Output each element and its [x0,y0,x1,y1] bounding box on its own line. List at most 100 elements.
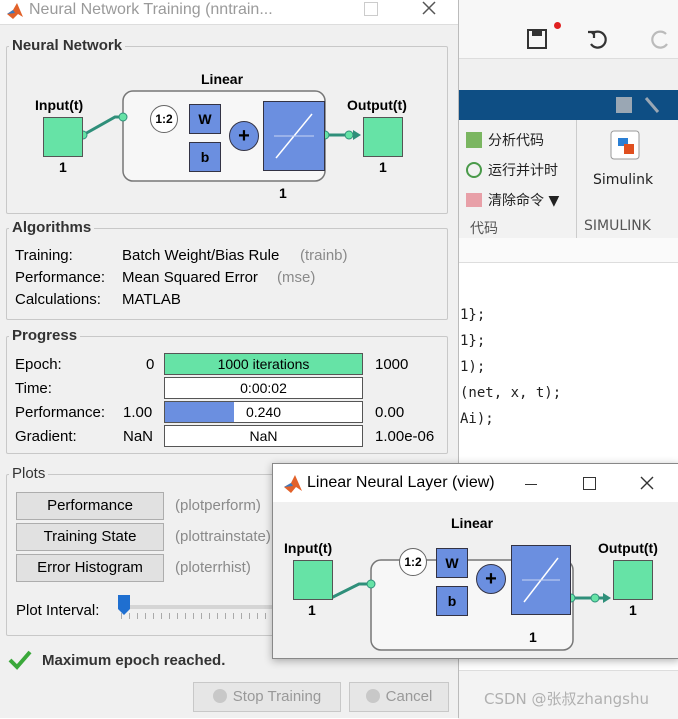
ribbon-tab-strip [458,90,678,120]
close-icon[interactable] [640,476,654,490]
plot-training-state-button[interactable]: Training State [16,523,164,551]
plot-function-label: (plottrainstate) [175,528,271,545]
code-line: 1); [460,359,486,375]
input-label: Input(t) [284,540,333,556]
performance-start: 1.00 [123,404,153,421]
cancel-button[interactable]: Cancel [349,682,449,712]
output-size: 1 [379,159,387,175]
linear-transfer-icon [511,545,571,615]
epoch-end: 1000 [375,356,409,373]
input-size: 1 [308,602,316,618]
performance-label: Performance: [15,404,106,421]
output-label: Output(t) [598,540,658,556]
input-size: 1 [59,159,67,175]
status-message: Maximum epoch reached. [42,652,226,669]
checkmark-icon [8,650,32,670]
plot-interval-slider[interactable] [118,595,130,615]
plot-function-label: (plotperform) [175,497,261,514]
quick-tools-icon[interactable] [610,94,666,116]
section-simulink-label: SIMULINK [584,218,651,234]
section-title: Progress [9,327,81,344]
undo-icon[interactable] [586,28,610,50]
performance-end: 0.00 [375,404,405,421]
code-line: (net, x, t); [460,385,562,401]
bias-block: b [436,586,468,616]
close-icon[interactable] [421,0,437,16]
gradient-bar-text: NaN [249,428,278,444]
stop-training-button[interactable]: Stop Training [193,682,341,712]
layer-title: Linear [451,515,494,531]
plot-performance-button[interactable]: Performance [16,492,164,520]
neural-network-panel: Neural Network Input(t) 1 Linear 1:2 W b… [6,37,448,214]
analyze-icon [466,132,482,148]
code-line: 1}; [460,333,486,349]
gradient-start: NaN [123,428,154,445]
layer-view-window: Linear Neural Layer (view) Input(t) 1 Li… [272,463,678,659]
time-bar-text: 0:00:02 [240,380,287,396]
algorithm-label: Training: [15,247,73,264]
weight-block: W [436,548,468,578]
save-icon[interactable] [526,28,548,50]
output-size: 1 [629,602,637,618]
watermark: CSDN @张叔zhangshu [484,690,649,708]
analyze-code-button[interactable]: 分析代码 [466,130,544,150]
plot-error-histogram-button[interactable]: Error Histogram [16,554,164,582]
maximize-icon[interactable] [583,477,596,490]
minimize-icon[interactable] [525,484,537,485]
cancel-icon [365,689,380,703]
sum-icon: + [476,564,506,594]
bias-block: b [189,142,221,172]
layer-title: Linear [201,71,244,87]
layer-size: 1 [529,629,537,645]
matlab-logo-icon [284,475,302,493]
output-block [363,117,403,157]
algorithm-value: MATLAB [122,291,181,308]
performance-fill [165,402,234,422]
algorithm-label: Performance: [15,269,106,286]
plot-interval-ticks [121,613,281,619]
progress-panel: Progress Epoch: 0 1000 iterations 1000 T… [6,327,448,454]
plot-interval-label: Plot Interval: [16,602,100,619]
gradient-end: 1.00e-06 [375,428,435,445]
output-label: Output(t) [347,97,407,113]
epoch-start: 0 [146,356,155,373]
run-and-time-button[interactable]: 运行并计时 [466,160,558,180]
sum-icon: + [229,121,259,151]
linear-transfer-icon [263,101,325,171]
clear-icon [466,193,482,207]
plot-function-label: (ploterrhist) [175,559,251,576]
title-bar: Linear Neural Layer (view) [273,464,678,502]
simulink-button[interactable]: Simulink [576,120,672,210]
code-line: Ai); [460,411,494,427]
maximize-icon[interactable] [364,2,378,16]
simulink-label: Simulink [593,172,654,188]
stop-icon [212,689,227,703]
clear-commands-button[interactable]: 清除命令 ▼ [466,190,559,210]
quick-access-toolbar [458,0,678,59]
plot-interval-track [119,605,279,609]
unsaved-indicator-icon [554,22,561,29]
performance-bar-text: 0.240 [245,404,282,420]
algorithm-code: (mse) [277,269,316,286]
input-block [43,117,83,157]
address-bar [458,238,678,262]
tapped-delay-icon: 1:2 [150,105,178,133]
title-bar: Neural Network Training (nntrain... [0,0,458,25]
window-title: Neural Network Training (nntrain... [29,1,273,18]
redo-icon[interactable] [648,28,672,50]
epoch-progress-bar: 1000 iterations [164,353,363,375]
epoch-bar-text: 1000 iterations [217,356,310,372]
code-line: 1}; [460,307,486,323]
epoch-label: Epoch: [15,356,62,373]
layer-size: 1 [279,185,287,201]
algorithm-value: Mean Squared Error [122,269,258,286]
dropdown-arrow-icon: ▼ [548,193,560,209]
run-time-icon [466,162,482,178]
algorithm-label: Calculations: [15,291,101,308]
algorithm-value: Batch Weight/Bias Rule [122,247,280,264]
matlab-logo-icon [7,3,23,19]
simulink-icon [610,130,640,160]
algorithms-panel: Algorithms Training: Batch Weight/Bias R… [6,219,448,320]
performance-progress-bar: 0.240 [164,401,363,423]
time-progress-bar: 0:00:02 [164,377,363,399]
